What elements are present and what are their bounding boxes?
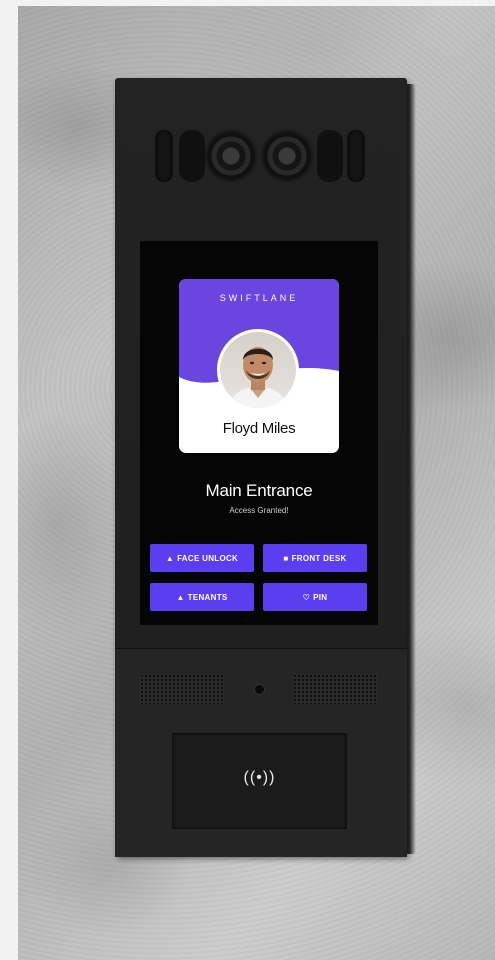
people-icon: ▲ [176,592,185,602]
nfc-icon: ((•)) [243,769,276,786]
card-reader[interactable]: ((•)) [172,733,347,829]
pin-label: PIN [313,592,328,602]
camera-left [207,132,255,180]
sensor-pill-right [317,130,343,182]
avatar [217,329,299,411]
face-unlock-label: FACE UNLOCK [177,553,239,563]
ir-sensor-right [347,130,365,182]
person-icon: ▲ [165,553,175,563]
avatar-photo [220,332,296,408]
tenants-label: TENANTS [187,592,228,602]
access-status: Access Granted! [229,506,289,515]
heart-icon: ♡ [302,592,311,602]
entrance-name: Main Entrance [205,481,313,500]
speaker-grille-right [293,674,377,704]
pin-button[interactable]: ♡ PIN [263,583,367,611]
video-icon: ■ [283,553,289,563]
intercom-device: SWIFTLANE Floyd Miles Main Entrance Acce… [115,78,407,857]
tenants-button[interactable]: ▲ TENANTS [150,583,254,611]
front-desk-label: FRONT DESK [291,553,347,563]
face-unlock-button[interactable]: ▲ FACE UNLOCK [150,544,254,572]
ir-sensor-left [155,130,173,182]
person-name: Floyd Miles [222,420,296,437]
front-desk-button[interactable]: ■ FRONT DESK [263,544,367,572]
camera-right [263,132,311,180]
microphone [255,685,264,694]
sensor-pill-left [179,130,205,182]
touch-screen: SWIFTLANE Floyd Miles Main Entrance Acce… [140,241,378,625]
access-card: SWIFTLANE Floyd Miles [179,279,339,453]
speaker-grille-left [140,674,224,704]
brand-logo: SWIFTLANE [219,293,299,303]
